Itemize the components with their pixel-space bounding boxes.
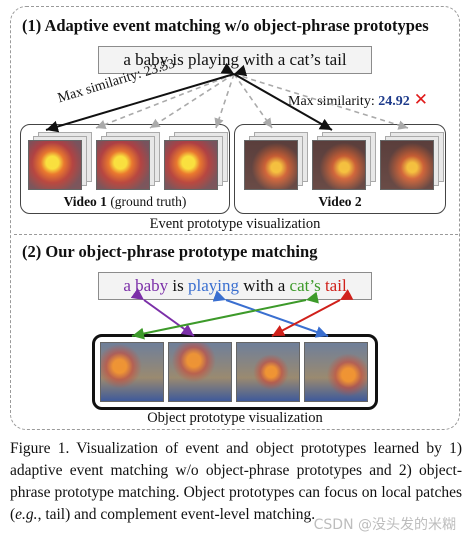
max-sim-arrow-right <box>220 62 333 131</box>
dashed-arrow <box>214 73 235 129</box>
figure-caption: Figure 1. Visualization of event and obj… <box>10 440 462 523</box>
purple-arrow <box>130 288 195 337</box>
dashed-arrow <box>233 73 409 130</box>
watermark: CSDN @没头发的米糊 <box>313 517 456 533</box>
dashed-arrow <box>95 73 235 129</box>
dashed-arrow <box>233 73 273 129</box>
dashed-arrow <box>149 73 235 129</box>
max-sim-arrow-left <box>45 64 248 133</box>
